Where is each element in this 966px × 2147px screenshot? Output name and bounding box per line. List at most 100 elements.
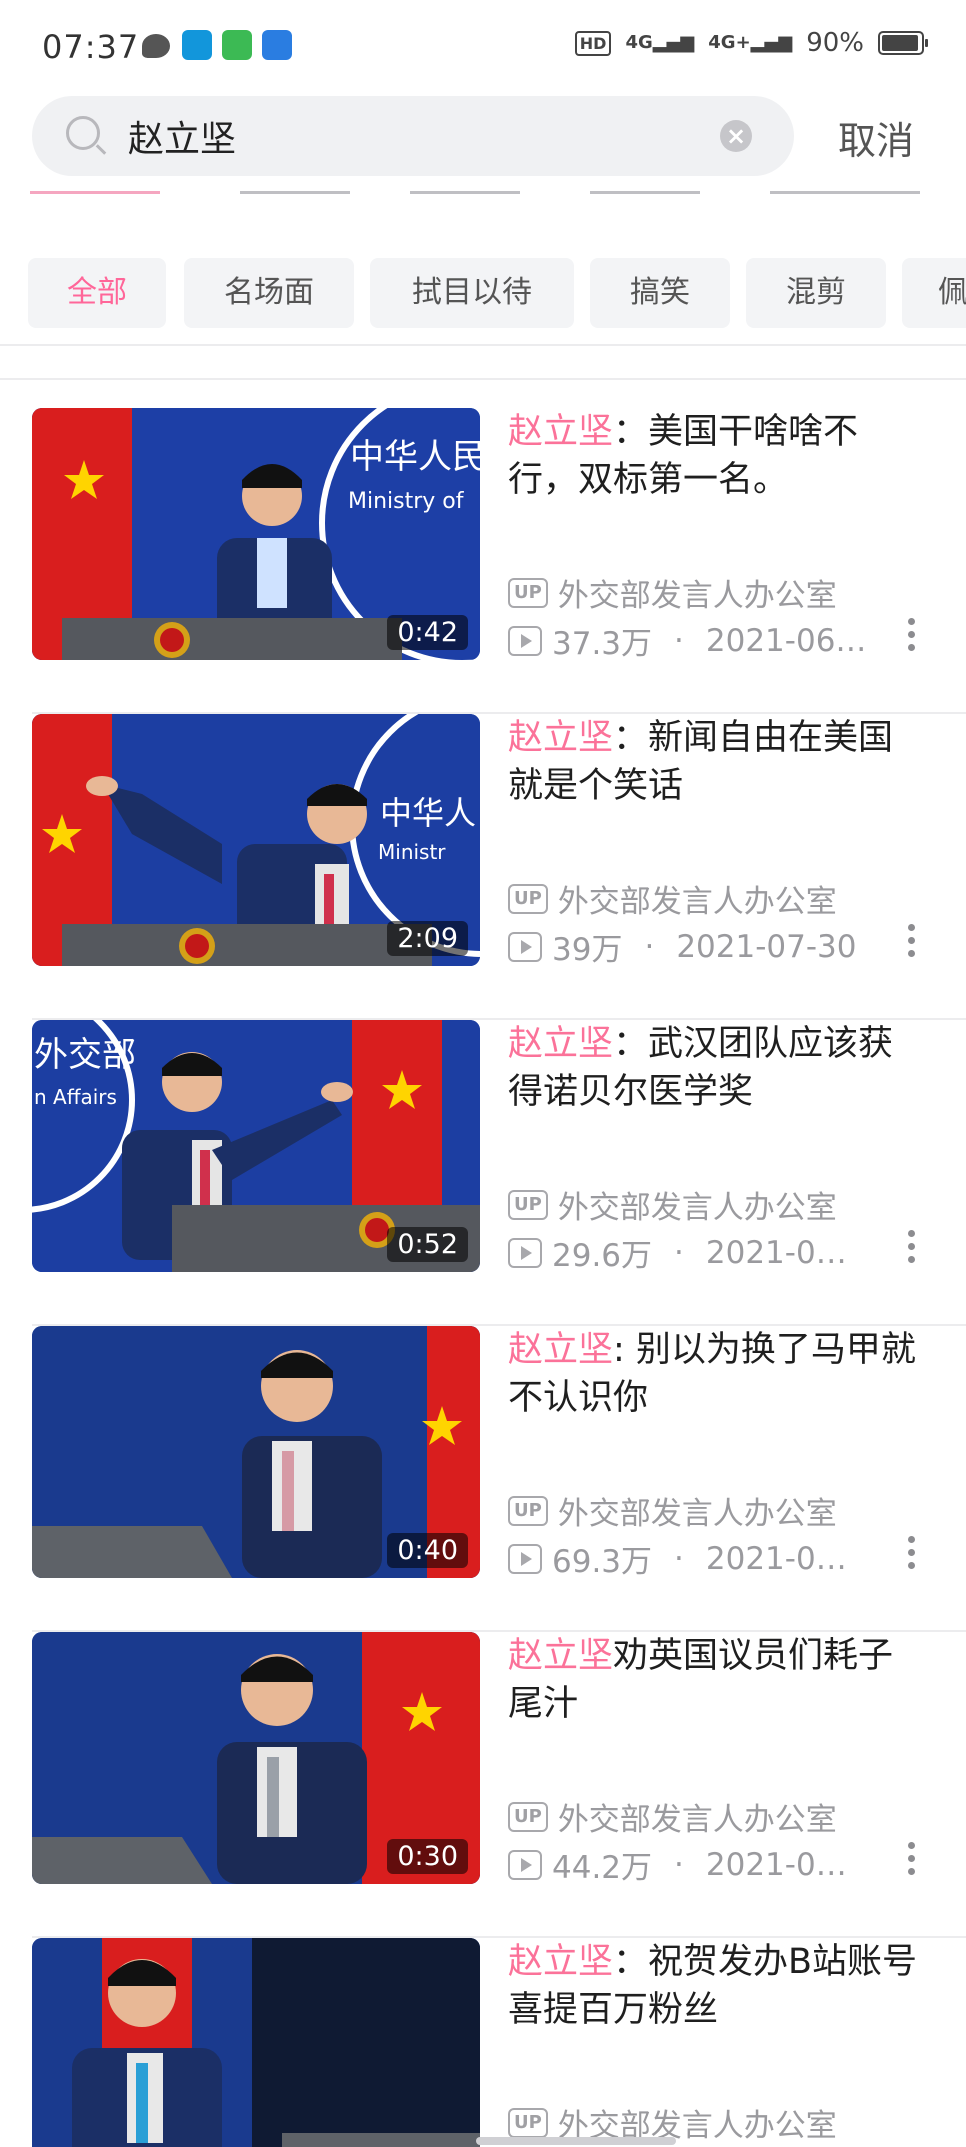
play-count-icon bbox=[508, 1543, 542, 1574]
battery-icon bbox=[878, 31, 928, 55]
more-options-icon[interactable] bbox=[908, 1842, 916, 1881]
video-thumbnail[interactable]: 0:30 bbox=[32, 1632, 480, 1884]
app-icon-blue bbox=[182, 30, 212, 60]
separator-dot: · bbox=[644, 928, 655, 965]
status-right: HD 4G▂▄▆ 4G+▂▄▆ 90% bbox=[574, 28, 928, 58]
uploader-name: 外交部发言人办公室 bbox=[557, 1496, 837, 1532]
publish-date: 2021-0… bbox=[705, 1540, 847, 1577]
svg-text:Ministr: Ministr bbox=[378, 840, 446, 864]
chip-all[interactable]: 全部 bbox=[28, 258, 166, 328]
stats-line: 39万 · 2021-07-30 bbox=[508, 924, 856, 969]
more-options-icon[interactable] bbox=[908, 1230, 916, 1269]
video-thumbnail[interactable]: 中华人民 Ministry of 0:42 bbox=[32, 408, 480, 660]
publish-date: 2021-06… bbox=[705, 622, 867, 659]
view-count: 39万 bbox=[552, 932, 623, 968]
video-card[interactable]: 中华人 Ministr 2:09 赵立坚：新闻自由在美国就是个笑话 UP 外交部… bbox=[0, 714, 966, 1020]
more-options-icon[interactable] bbox=[908, 924, 916, 963]
play-count-icon bbox=[508, 1849, 542, 1880]
video-title[interactable]: 赵立坚：新闻自由在美国就是个笑话 bbox=[508, 714, 928, 810]
clear-icon[interactable]: × bbox=[720, 120, 752, 152]
view-count: 69.3万 bbox=[552, 1544, 653, 1580]
battery-percent: 90% bbox=[806, 28, 864, 58]
publish-date: 2021-07-30 bbox=[676, 928, 857, 965]
chip-funny[interactable]: 搞笑 bbox=[590, 258, 730, 328]
video-card[interactable]: 0:30 赵立坚劝英国议员们耗子尾汁 UP 外交部发言人办公室 44.2万 · … bbox=[0, 1632, 966, 1938]
app-icon-bot bbox=[262, 30, 292, 60]
more-options-icon[interactable] bbox=[908, 1536, 916, 1575]
hd-icon: HD bbox=[574, 30, 612, 56]
uploader-line[interactable]: UP 外交部发言人办公室 bbox=[508, 876, 837, 921]
more-options-icon[interactable] bbox=[908, 618, 916, 657]
publish-date: 2021-0… bbox=[705, 1234, 847, 1271]
up-badge-icon: UP bbox=[508, 577, 548, 608]
video-title[interactable]: 赵立坚：武汉团队应该获得诺贝尔医学奖 bbox=[508, 1020, 928, 1116]
video-card[interactable]: 中华人民 Ministry of 0:42 赵立坚：美国干啥啥不行，双标第一名。… bbox=[0, 408, 966, 714]
video-card[interactable]: 0:40 赵立坚: 别以为换了马甲就不认识你 UP 外交部发言人办公室 69.3… bbox=[0, 1326, 966, 1632]
chip-famous-scenes[interactable]: 名场面 bbox=[184, 258, 354, 328]
duration-label: 0:42 bbox=[387, 615, 468, 650]
search-icon bbox=[66, 116, 100, 150]
up-badge-icon: UP bbox=[508, 883, 548, 914]
video-thumbnail[interactable] bbox=[32, 1938, 480, 2147]
thumbnail-image bbox=[32, 1938, 480, 2147]
signal-2-icon: 4G+▂▄▆ bbox=[708, 32, 793, 53]
separator-dot: · bbox=[674, 1234, 684, 1271]
svg-text:n Affairs: n Affairs bbox=[34, 1085, 117, 1109]
video-title[interactable]: 赵立坚：祝贺发办B站账号喜提百万粉丝 bbox=[508, 1938, 928, 2034]
stats-line: 37.3万 · 2021-06… bbox=[508, 618, 866, 663]
video-title[interactable]: 赵立坚: 别以为换了马甲就不认识你 bbox=[508, 1326, 928, 1422]
uploader-line[interactable]: UP 外交部发言人办公室 bbox=[508, 1794, 837, 1839]
stats-line: 69.3万 · 2021-0… bbox=[508, 1536, 847, 1581]
svg-text:中华人民: 中华人民 bbox=[350, 437, 480, 477]
separator-dot: · bbox=[674, 622, 684, 659]
duration-label: 0:52 bbox=[387, 1227, 468, 1262]
video-title[interactable]: 赵立坚：美国干啥啥不行，双标第一名。 bbox=[508, 408, 928, 504]
list-top-divider bbox=[0, 378, 966, 380]
filter-chips: 全部 名场面 拭目以待 搞笑 混剪 佩 bbox=[0, 258, 966, 330]
video-card[interactable]: 赵立坚：祝贺发办B站账号喜提百万粉丝 UP 外交部发言人办公室 bbox=[0, 1938, 966, 2147]
chip-remix[interactable]: 混剪 bbox=[746, 258, 886, 328]
stats-line: 29.6万 · 2021-0… bbox=[508, 1230, 847, 1275]
clock: 07:37 bbox=[42, 28, 140, 66]
video-card[interactable]: 外交部 n Affairs 0:52 赵立坚：武汉团队应该获得诺贝尔医学奖 UP… bbox=[0, 1020, 966, 1326]
duration-label: 2:09 bbox=[387, 921, 468, 956]
uploader-name: 外交部发言人办公室 bbox=[557, 578, 837, 614]
svg-text:外交部: 外交部 bbox=[34, 1035, 136, 1075]
separator-dot: · bbox=[674, 1846, 684, 1883]
svg-text:Ministry of: Ministry of bbox=[348, 489, 465, 514]
chip-wait-and-see[interactable]: 拭目以待 bbox=[370, 258, 574, 328]
view-count: 29.6万 bbox=[552, 1238, 653, 1274]
status-bar: 07:37 HD 4G▂▄▆ 4G+▂▄▆ 90% bbox=[0, 0, 966, 92]
stats-line: 44.2万 · 2021-0… bbox=[508, 1842, 847, 1887]
up-badge-icon: UP bbox=[508, 1801, 548, 1832]
publish-date: 2021-0… bbox=[705, 1846, 847, 1883]
search-box[interactable]: × bbox=[32, 96, 794, 176]
uploader-line[interactable]: UP 外交部发言人办公室 bbox=[508, 1488, 837, 1533]
uploader-line[interactable]: UP 外交部发言人办公室 bbox=[508, 570, 837, 615]
video-title[interactable]: 赵立坚劝英国议员们耗子尾汁 bbox=[508, 1632, 928, 1728]
svg-text:中华人: 中华人 bbox=[380, 794, 476, 832]
play-count-icon bbox=[508, 1237, 542, 1268]
play-count-icon bbox=[508, 625, 542, 656]
scrolled-tab-strip bbox=[0, 188, 966, 204]
uploader-line[interactable]: UP 外交部发言人办公室 bbox=[508, 1182, 837, 1227]
video-thumbnail[interactable]: 中华人 Ministr 2:09 bbox=[32, 714, 480, 966]
view-count: 37.3万 bbox=[552, 626, 653, 662]
uploader-name: 外交部发言人办公室 bbox=[557, 884, 837, 920]
duration-label: 0:30 bbox=[387, 1839, 468, 1874]
app-icon-green bbox=[222, 30, 252, 60]
home-indicator[interactable] bbox=[476, 2137, 676, 2145]
duration-label: 0:40 bbox=[387, 1533, 468, 1568]
cancel-button[interactable]: 取消 bbox=[838, 110, 914, 165]
chip-more[interactable]: 佩 bbox=[902, 258, 966, 328]
signal-1-icon: 4G▂▄▆ bbox=[625, 32, 695, 53]
chips-divider bbox=[0, 344, 966, 346]
uploader-name: 外交部发言人办公室 bbox=[557, 1190, 837, 1226]
view-count: 44.2万 bbox=[552, 1850, 653, 1886]
uploader-name: 外交部发言人办公室 bbox=[557, 1802, 837, 1838]
video-thumbnail[interactable]: 外交部 n Affairs 0:52 bbox=[32, 1020, 480, 1272]
play-count-icon bbox=[508, 931, 542, 962]
video-thumbnail[interactable]: 0:40 bbox=[32, 1326, 480, 1578]
up-badge-icon: UP bbox=[508, 1189, 548, 1220]
search-input[interactable] bbox=[128, 114, 708, 158]
